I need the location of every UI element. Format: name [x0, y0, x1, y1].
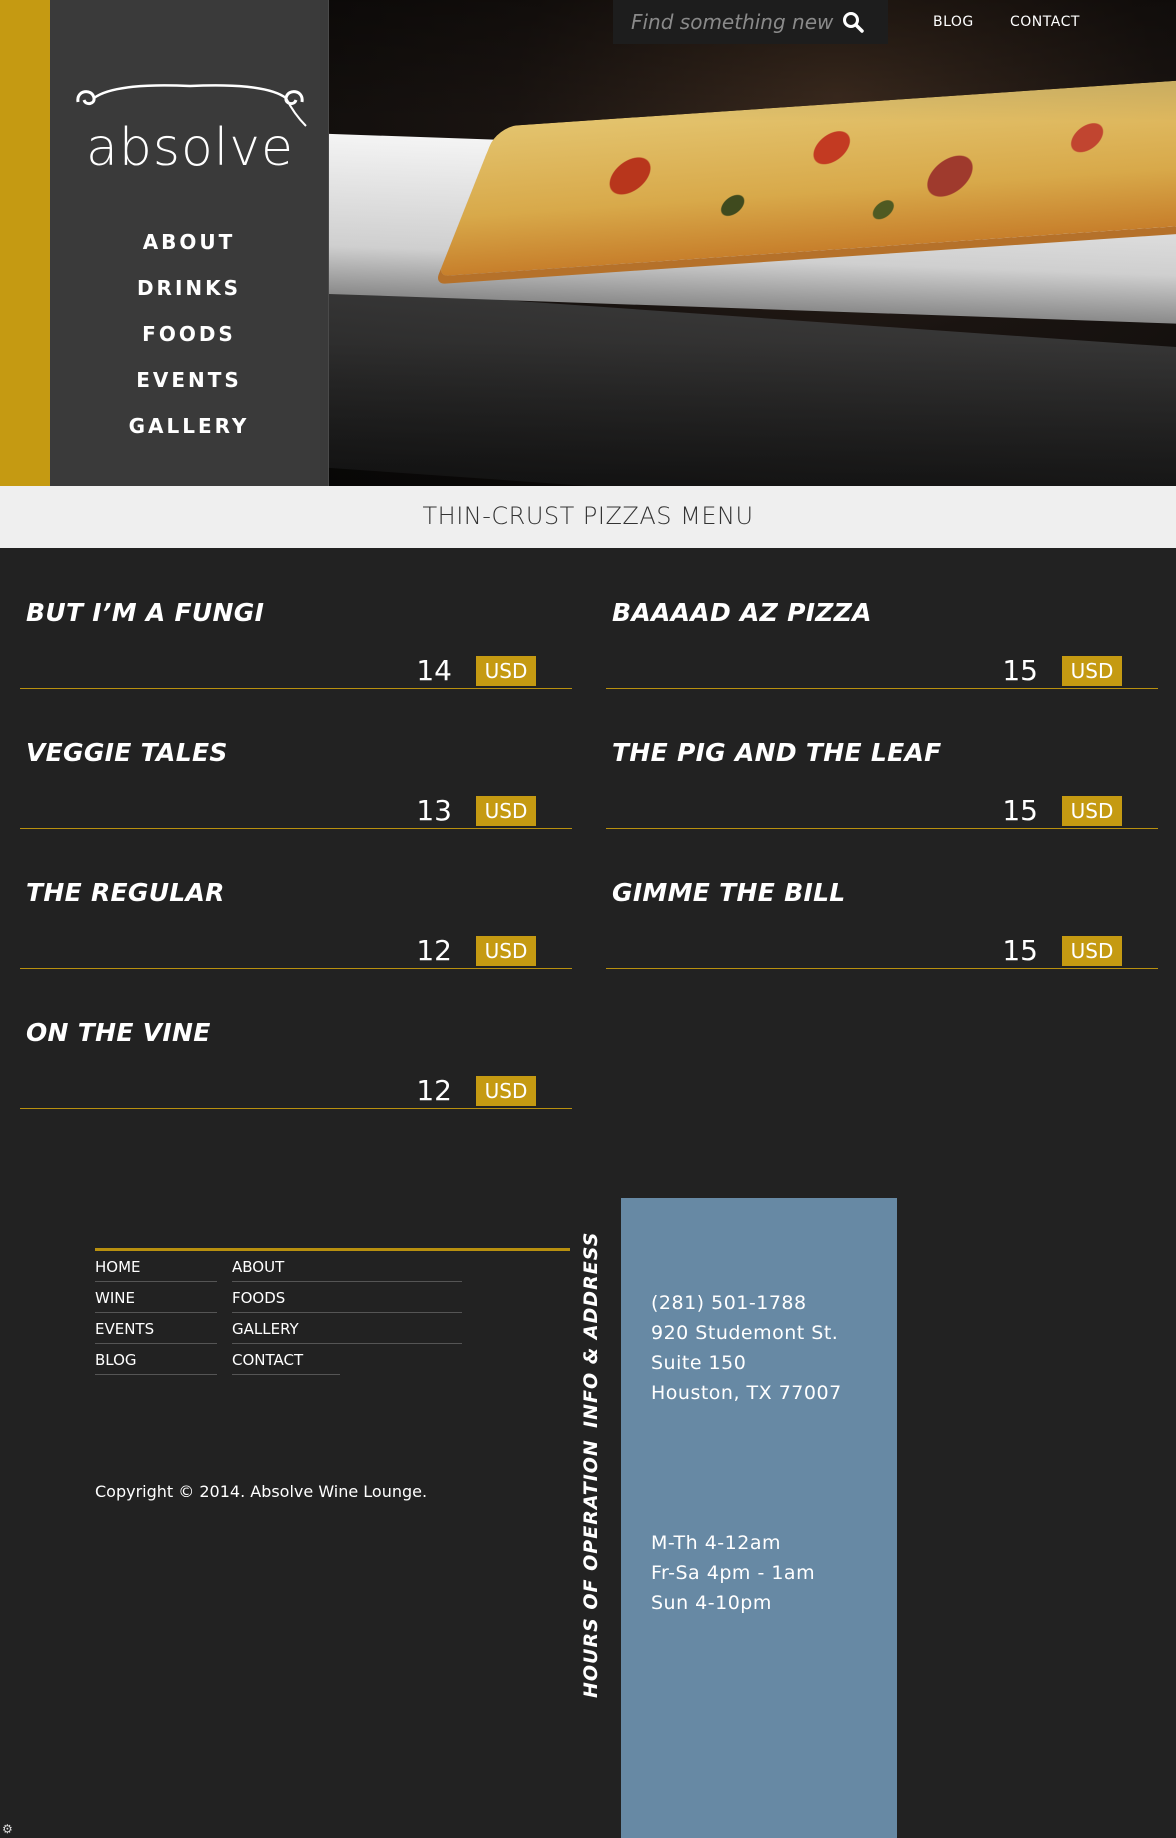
footer-link-events[interactable]: EVENTS — [95, 1315, 217, 1344]
menu-item-name: THE REGULAR — [26, 878, 225, 907]
menu-item-price: 12 — [416, 1074, 452, 1107]
menu-item-price: 15 — [1002, 934, 1038, 967]
nav-item-events[interactable]: EVENTS — [50, 364, 328, 410]
menu-item: THE PIG AND THE LEAF 15 USD — [606, 716, 1158, 829]
currency-badge: USD — [1062, 796, 1122, 826]
hero-image — [329, 0, 1176, 486]
currency-badge: USD — [476, 936, 536, 966]
address-line: 920 Studemont St. — [651, 1322, 839, 1344]
footer-divider — [95, 1248, 570, 1251]
search-box — [613, 0, 888, 44]
info-panel: (281) 501-1788 920 Studemont St. Suite 1… — [621, 1198, 897, 1838]
footer-link-foods[interactable]: FOODS — [232, 1284, 462, 1313]
hours-line: Sun 4-10pm — [651, 1592, 772, 1614]
menu-item: ON THE VINE 12 USD — [20, 996, 572, 1109]
footer-link-wine[interactable]: WINE — [95, 1284, 217, 1313]
hours-line: M-Th 4-12am — [651, 1532, 781, 1554]
accent-strip — [0, 0, 50, 486]
currency-badge: USD — [476, 656, 536, 686]
main-nav: ABOUT DRINKS FOODS EVENTS GALLERY — [50, 226, 328, 456]
hours-label: HOURS OF OPERATION — [580, 1439, 602, 1698]
menu-item: GIMME THE BILL 15 USD — [606, 856, 1158, 969]
menu-item-name: ON THE VINE — [26, 1018, 211, 1047]
address-line: Suite 150 — [651, 1352, 747, 1374]
copyright: Copyright © 2014. Absolve Wine Lounge. — [95, 1482, 428, 1501]
top-link-blog[interactable]: BLOG — [933, 14, 974, 30]
phone-number: (281) 501-1788 — [651, 1292, 807, 1314]
logo-text: absolve — [86, 118, 294, 178]
nav-item-foods[interactable]: FOODS — [50, 318, 328, 364]
page-title: THIN-CRUST PIZZAS MENU — [0, 486, 1176, 548]
currency-badge: USD — [476, 796, 536, 826]
currency-badge: USD — [476, 1076, 536, 1106]
menu-item-name: THE PIG AND THE LEAF — [612, 738, 942, 767]
currency-badge: USD — [1062, 656, 1122, 686]
info-address-label: INFO & ADDRESS — [580, 1231, 602, 1428]
hero-overlay — [329, 0, 1176, 486]
footer-link-gallery[interactable]: GALLERY — [232, 1315, 462, 1344]
menu-item-price: 12 — [416, 934, 452, 967]
footer-link-home[interactable]: HOME — [95, 1253, 217, 1282]
footer-link-contact[interactable]: CONTACT — [232, 1346, 340, 1375]
address-line: Houston, TX 77007 — [651, 1382, 842, 1404]
menu-item-price: 13 — [416, 794, 452, 827]
nav-item-about[interactable]: ABOUT — [50, 226, 328, 272]
sidebar: absolve ABOUT DRINKS FOODS EVENTS GALLER… — [50, 0, 329, 486]
menu-item-name: GIMME THE BILL — [612, 878, 846, 907]
nav-item-gallery[interactable]: GALLERY — [50, 410, 328, 456]
search-input[interactable] — [613, 0, 838, 44]
menu-item-name: VEGGIE TALES — [26, 738, 228, 767]
logo[interactable]: absolve — [70, 80, 310, 180]
nav-item-drinks[interactable]: DRINKS — [50, 272, 328, 318]
footer-link-blog[interactable]: BLOG — [95, 1346, 217, 1375]
menu-item: BAAAAD AZ PIZZA 15 USD — [606, 576, 1158, 689]
settings-icon[interactable]: ⚙ — [2, 1822, 13, 1836]
menu-item-name: BAAAAD AZ PIZZA — [612, 598, 872, 627]
menu-item: VEGGIE TALES 13 USD — [20, 716, 572, 829]
footer-link-about[interactable]: ABOUT — [232, 1253, 462, 1282]
hours-line: Fr-Sa 4pm - 1am — [651, 1562, 816, 1584]
currency-badge: USD — [1062, 936, 1122, 966]
menu-item-price: 15 — [1002, 654, 1038, 687]
menu-item-name: BUT I’M A FUNGI — [26, 598, 265, 627]
menu-item-price: 14 — [416, 654, 452, 687]
menu-item-price: 15 — [1002, 794, 1038, 827]
menu-item: THE REGULAR 12 USD — [20, 856, 572, 969]
menu-item: BUT I’M A FUNGI 14 USD — [20, 576, 572, 689]
search-icon[interactable] — [841, 10, 865, 34]
top-link-contact[interactable]: CONTACT — [1010, 14, 1080, 30]
